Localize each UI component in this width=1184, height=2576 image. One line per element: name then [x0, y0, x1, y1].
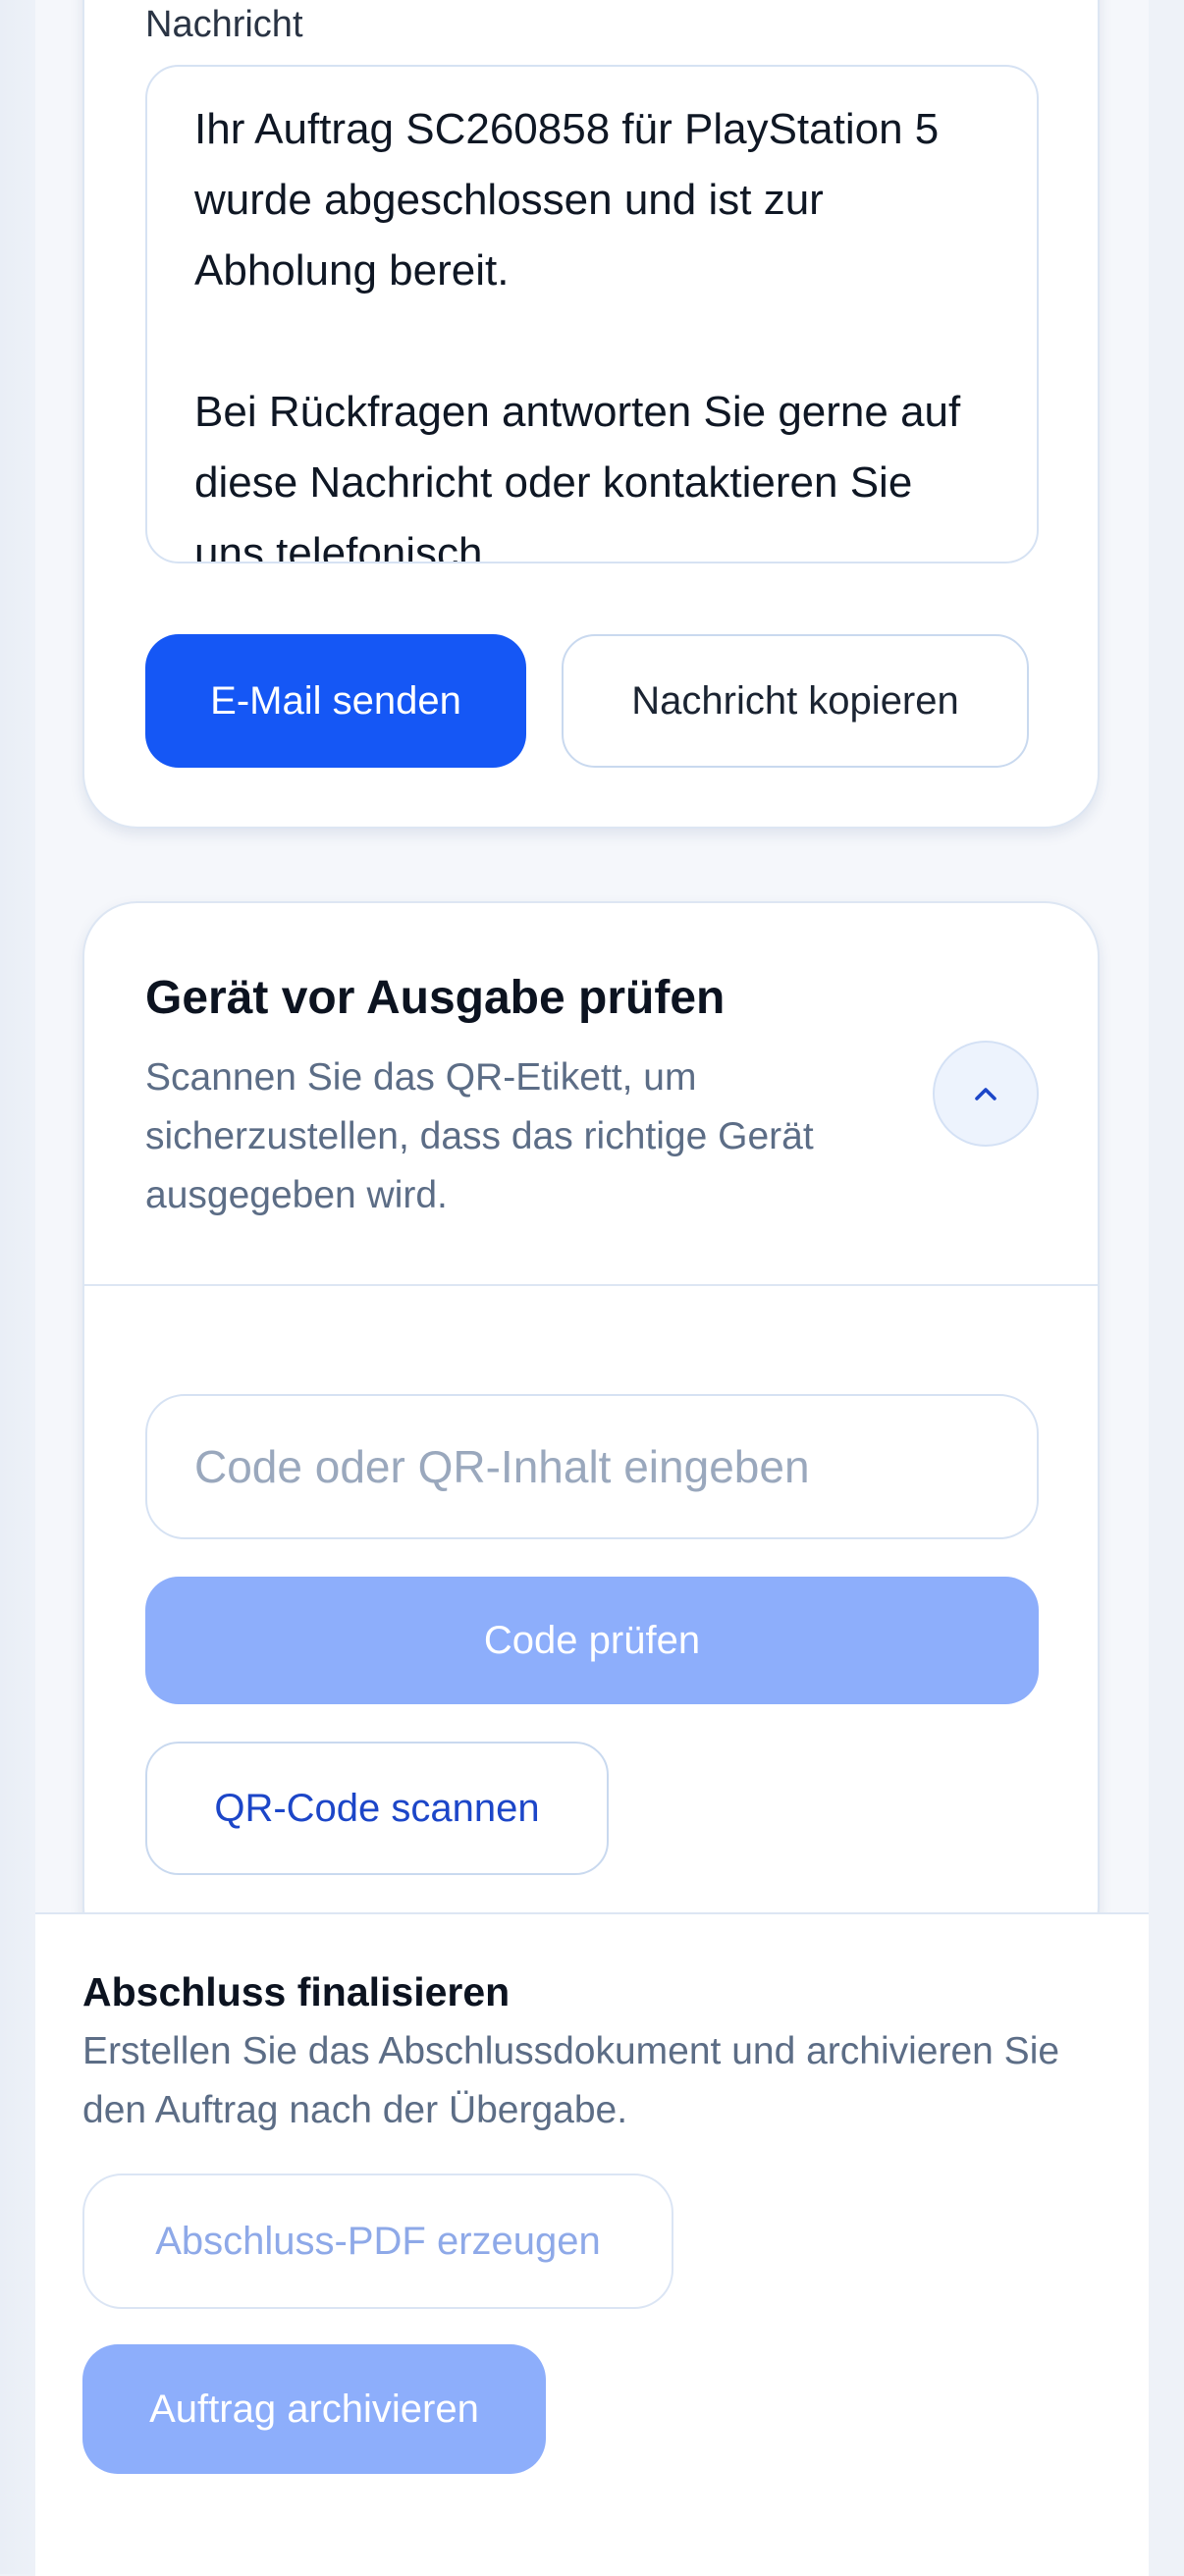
- finalize-description: Erstellen Sie das Abschlussdokument und …: [82, 2030, 1060, 2131]
- finalize-title: Abschluss finalisieren: [82, 1969, 511, 2014]
- section-divider: [84, 1284, 1098, 1286]
- collapse-toggle-button[interactable]: [933, 1041, 1039, 1147]
- create-pdf-button[interactable]: Abschluss-PDF erzeugen: [82, 2174, 673, 2309]
- chevron-up-icon: [975, 1088, 996, 1100]
- check-code-button[interactable]: Code prüfen: [145, 1577, 1039, 1704]
- code-input[interactable]: [145, 1394, 1039, 1539]
- background-right: [1149, 0, 1184, 2574]
- message-textarea[interactable]: Ihr Auftrag SC260858 für PlayStation 5 w…: [145, 65, 1039, 564]
- message-label: Nachricht: [145, 4, 303, 45]
- archive-order-button[interactable]: Auftrag archivieren: [82, 2344, 546, 2474]
- copy-message-button[interactable]: Nachricht kopieren: [562, 634, 1029, 768]
- send-email-button[interactable]: E-Mail senden: [145, 634, 526, 768]
- scan-qr-button[interactable]: QR-Code scannen: [145, 1742, 609, 1875]
- device-check-description: Scannen Sie das QR-Etikett, um sicherzus…: [145, 1056, 814, 1216]
- device-check-title: Gerät vor Ausgabe prüfen: [145, 972, 726, 1024]
